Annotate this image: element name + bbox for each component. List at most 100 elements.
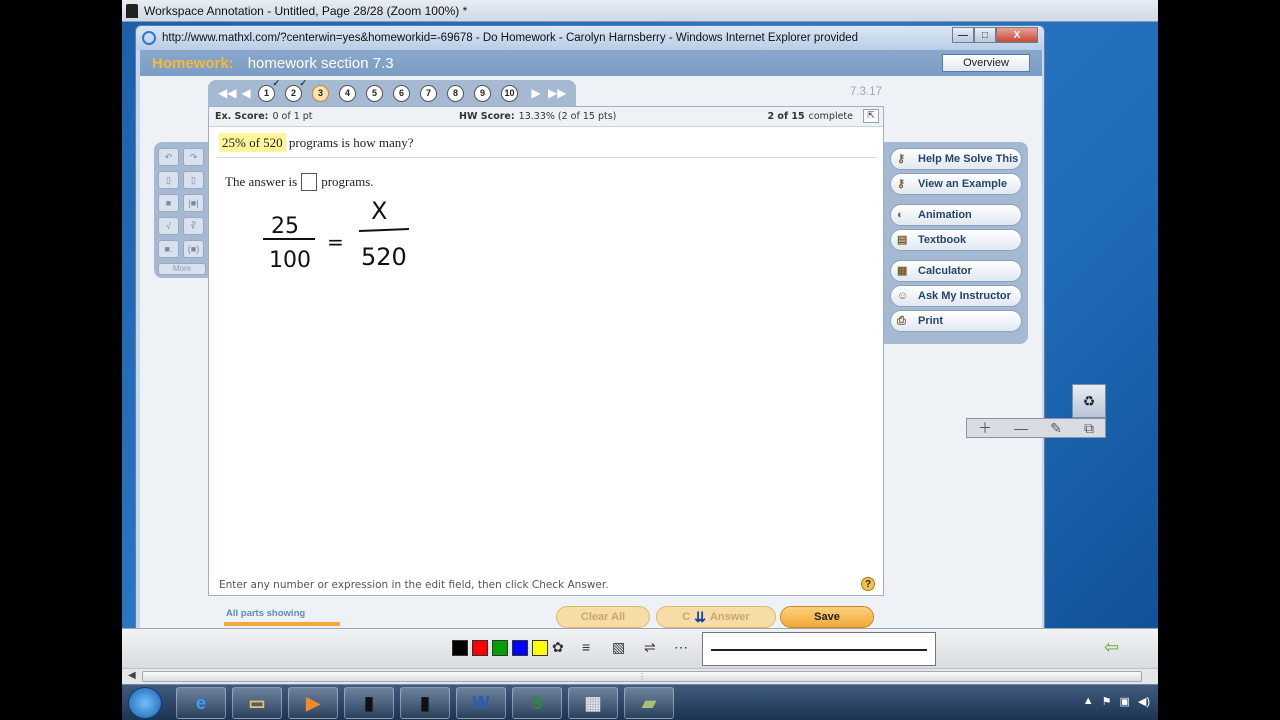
check-answer-start: C xyxy=(682,611,691,623)
tray-arrow-icon[interactable]: ▲ xyxy=(1083,695,1094,708)
line-preview-selector[interactable] xyxy=(702,632,936,666)
exponent-icon[interactable]: ■ xyxy=(158,194,179,212)
parentheses-icon[interactable]: (■) xyxy=(183,240,204,258)
question-5-button[interactable]: 5 xyxy=(366,84,383,102)
internet-explorer-icon xyxy=(142,31,156,45)
black-color-swatch[interactable] xyxy=(452,640,468,656)
last-question-button[interactable]: ▶▶ xyxy=(548,86,566,100)
textbook-button[interactable]: ▤ Textbook xyxy=(890,229,1022,251)
network-icon[interactable]: ▣ xyxy=(1119,695,1129,708)
question-3-button[interactable]: 3 xyxy=(312,84,329,102)
palette-icon[interactable]: ✿ xyxy=(552,639,564,656)
handwritten-equals: = xyxy=(327,230,344,254)
file-explorer-taskbar-icon[interactable]: ▭ xyxy=(232,687,282,719)
absolute-value-icon[interactable]: |■| xyxy=(183,194,204,212)
minimize-button[interactable]: — xyxy=(952,27,974,43)
homework-header: Homework: homework section 7.3 Overview xyxy=(140,50,1042,76)
question-text: 25% of 520 programs is how many? xyxy=(219,133,414,152)
line-preview xyxy=(711,649,927,651)
blue-color-swatch[interactable] xyxy=(512,640,528,656)
mini-toolbar: ＋ — ✎ ⧉ xyxy=(966,418,1106,438)
save-button[interactable]: Save xyxy=(780,606,874,628)
redo-icon[interactable]: ↷ xyxy=(183,148,204,166)
question-1-button[interactable]: 1 xyxy=(258,78,280,102)
first-question-button[interactable]: ◀◀ xyxy=(218,86,236,100)
ask-my-instructor-button[interactable]: ☺ Ask My Instructor xyxy=(890,285,1022,307)
maximize-button[interactable]: □ xyxy=(974,27,996,43)
question-7-button[interactable]: 7 xyxy=(420,84,437,102)
flag-icon[interactable]: ⚑ xyxy=(1102,695,1112,708)
question-9-button[interactable]: 9 xyxy=(474,84,491,102)
scroll-left-icon[interactable]: ◀ xyxy=(128,670,136,681)
excel-taskbar-icon[interactable]: S xyxy=(512,687,562,719)
line-style-icon[interactable]: ⇌ xyxy=(644,639,656,656)
line-width-icon[interactable]: ≡ xyxy=(582,639,590,655)
add-icon[interactable]: ＋ xyxy=(978,418,992,438)
volume-icon[interactable]: ◀) xyxy=(1138,695,1150,708)
back-arrow-icon[interactable]: ⇦ xyxy=(1104,637,1134,661)
homework-score-label: HW Score: xyxy=(459,111,515,122)
highlighted-text: 25% of 520 xyxy=(219,133,286,152)
question-8-button[interactable]: 8 xyxy=(447,84,464,102)
system-tray: ▲ ⚑ ▣ ◀) xyxy=(1083,695,1150,708)
mixed-number-icon[interactable]: ▯ xyxy=(183,171,204,189)
notes-taskbar-icon[interactable]: ▰ xyxy=(624,687,674,719)
print-button[interactable]: ⎙ Print xyxy=(890,310,1022,332)
calculator-taskbar-icon[interactable]: ▦ xyxy=(568,687,618,719)
transparency-icon[interactable]: ▧ xyxy=(612,639,625,656)
nth-root-icon[interactable]: ∛ xyxy=(183,217,204,235)
annotation-pen-taskbar-icon-2[interactable]: ▮ xyxy=(400,687,450,719)
start-button[interactable] xyxy=(128,687,162,719)
view-an-example-button[interactable]: ⚷ View an Example xyxy=(890,173,1022,195)
prev-question-button[interactable]: ◀ xyxy=(238,86,254,100)
more-button[interactable]: More xyxy=(158,263,206,275)
hint-text: Enter any number or expression in the ed… xyxy=(219,579,609,591)
animation-button[interactable]: ◐ Animation xyxy=(890,204,1022,226)
question-4-button[interactable]: 4 xyxy=(339,84,356,102)
horizontal-scrollbar[interactable]: ◀ ⋮ xyxy=(122,668,1158,684)
dash-style-icon[interactable]: ⋯ xyxy=(674,639,688,656)
handwritten-denominator-right: 520 xyxy=(361,243,407,271)
square-root-icon[interactable]: √ xyxy=(158,217,179,235)
question-10-button[interactable]: 10 xyxy=(501,84,518,102)
internet-explorer-taskbar-icon[interactable]: e xyxy=(176,687,226,719)
window-buttons: — □ X xyxy=(952,27,1038,43)
help-icon[interactable]: ? xyxy=(861,577,875,591)
remove-icon[interactable]: — xyxy=(1014,420,1028,436)
calculator-button[interactable]: ▦ Calculator xyxy=(890,260,1022,282)
scroll-thumb[interactable]: ⋮ xyxy=(142,671,1142,682)
exercise-score: Ex. Score: 0 of 1 pt xyxy=(215,111,459,122)
yellow-color-swatch[interactable] xyxy=(532,640,548,656)
overview-button[interactable]: Overview xyxy=(942,54,1030,72)
homework-title: homework section 7.3 xyxy=(247,54,394,72)
edit-icon[interactable]: ✎ xyxy=(1050,420,1062,437)
undo-icon[interactable]: ↶ xyxy=(158,148,179,166)
question-6-button[interactable]: 6 xyxy=(393,84,410,102)
recycle-bin-icon[interactable]: ♻ xyxy=(1072,384,1106,418)
taskbar: e ▭ ▶ ▮ ▮ W S ▦ ▰ ▲ ⚑ ▣ ◀) xyxy=(122,684,1158,720)
expand-icon[interactable]: ⇱ xyxy=(863,109,879,123)
annotation-pen-taskbar-icon[interactable]: ▮ xyxy=(344,687,394,719)
media-player-taskbar-icon[interactable]: ▶ xyxy=(288,687,338,719)
check-answer-button[interactable]: C ⇊ Answer xyxy=(656,606,776,628)
clear-all-button[interactable]: Clear All xyxy=(556,606,650,628)
score-bar: Ex. Score: 0 of 1 pt HW Score: 13.33% (2 o… xyxy=(209,107,883,127)
answer-input[interactable] xyxy=(301,173,318,191)
question-rest: programs is how many? xyxy=(285,135,414,150)
tool-label: Animation xyxy=(918,209,972,221)
close-button[interactable]: X xyxy=(996,27,1038,43)
copy-icon[interactable]: ⧉ xyxy=(1084,420,1094,437)
tool-label: Textbook xyxy=(918,234,967,246)
decimal-icon[interactable]: ■. xyxy=(158,240,179,258)
help-me-solve-this-button[interactable]: ⚷ Help Me Solve This xyxy=(890,148,1022,170)
next-question-button[interactable]: ▶ xyxy=(528,86,544,100)
question-2-button[interactable]: 2 xyxy=(285,78,307,102)
word-taskbar-icon[interactable]: W xyxy=(456,687,506,719)
green-color-swatch[interactable] xyxy=(492,640,508,656)
answer-suffix: programs. xyxy=(321,174,374,189)
exercise-score-label: Ex. Score: xyxy=(215,111,269,122)
red-color-swatch[interactable] xyxy=(472,640,488,656)
fraction-icon[interactable]: ▯ xyxy=(158,171,179,189)
question-panel: Ex. Score: 0 of 1 pt HW Score: 13.33% (2 o… xyxy=(208,106,884,596)
annotation-titlebar: Workspace Annotation - Untitled, Page 28… xyxy=(122,0,1158,22)
